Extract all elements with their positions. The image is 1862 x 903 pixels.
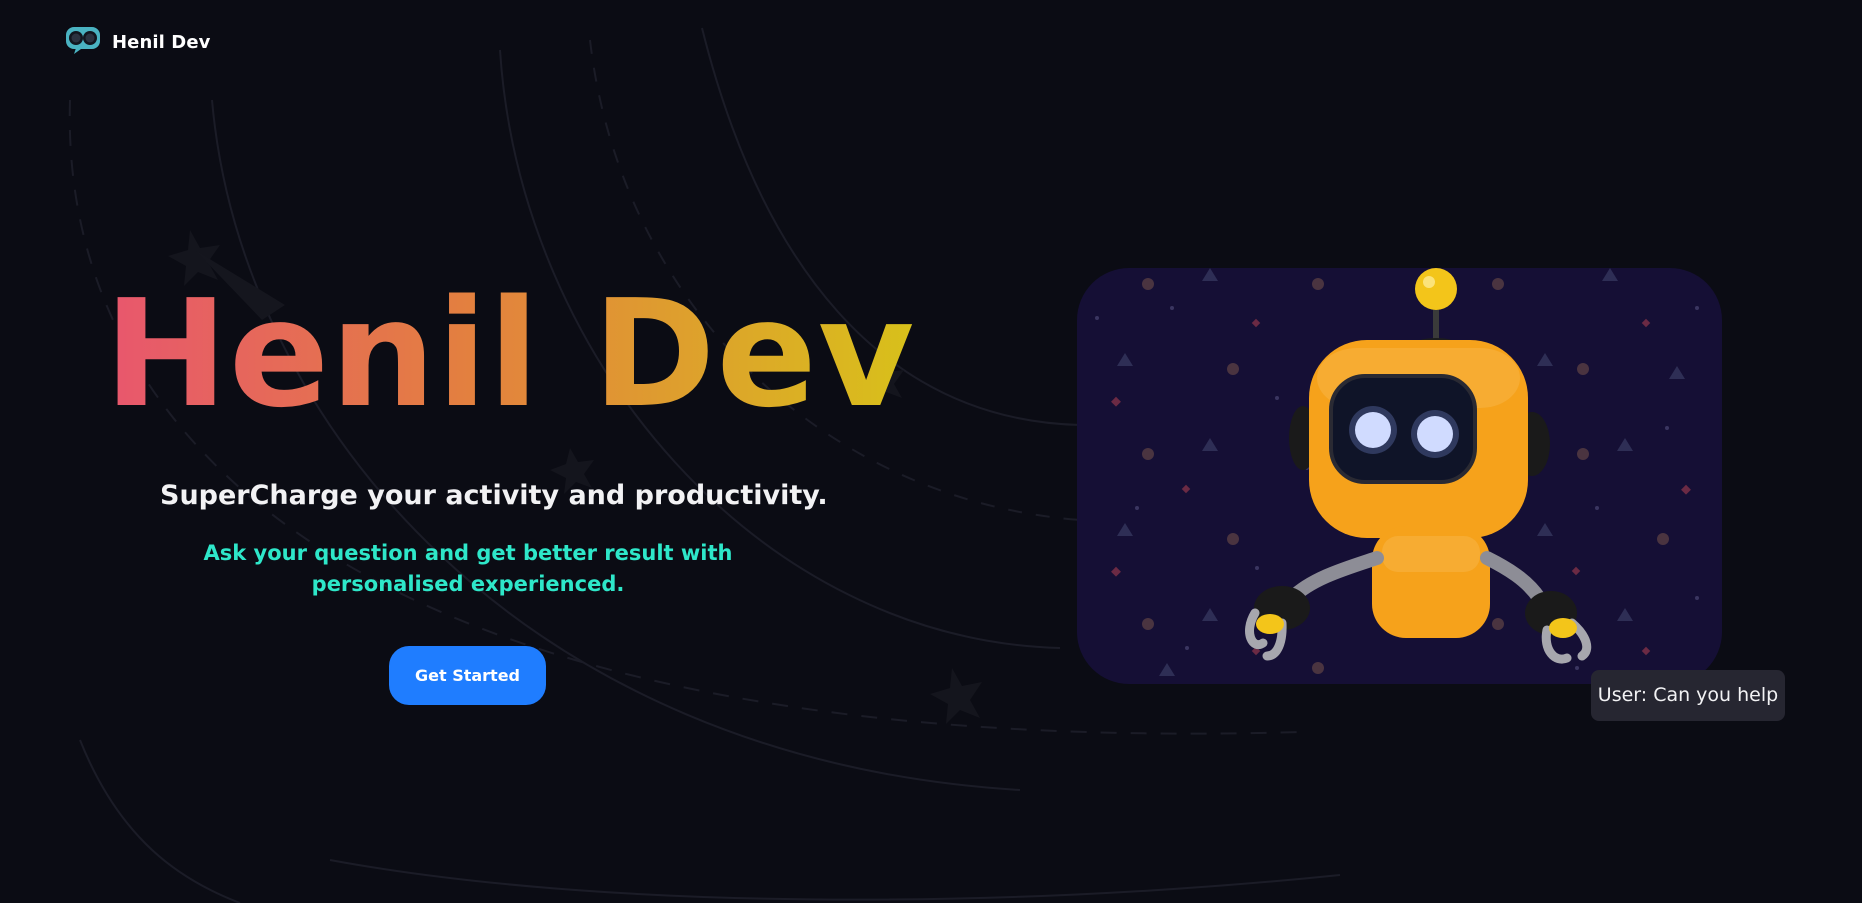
hero-image-card	[1077, 268, 1722, 684]
brand-name[interactable]: Henil Dev	[112, 32, 210, 53]
robot-head-icon[interactable]	[64, 24, 102, 61]
hero-title: Henil Dev	[104, 268, 916, 440]
hero-subtext: Ask your question and get better result …	[203, 541, 733, 596]
site-header: Henil Dev	[64, 24, 210, 61]
get-started-button[interactable]: Get Started	[389, 646, 546, 705]
hero-tagline: SuperCharge your activity and productivi…	[160, 480, 828, 511]
chat-preview-bubble: User: Can you help	[1591, 670, 1785, 721]
orange-robot-illustration	[1095, 268, 1699, 676]
